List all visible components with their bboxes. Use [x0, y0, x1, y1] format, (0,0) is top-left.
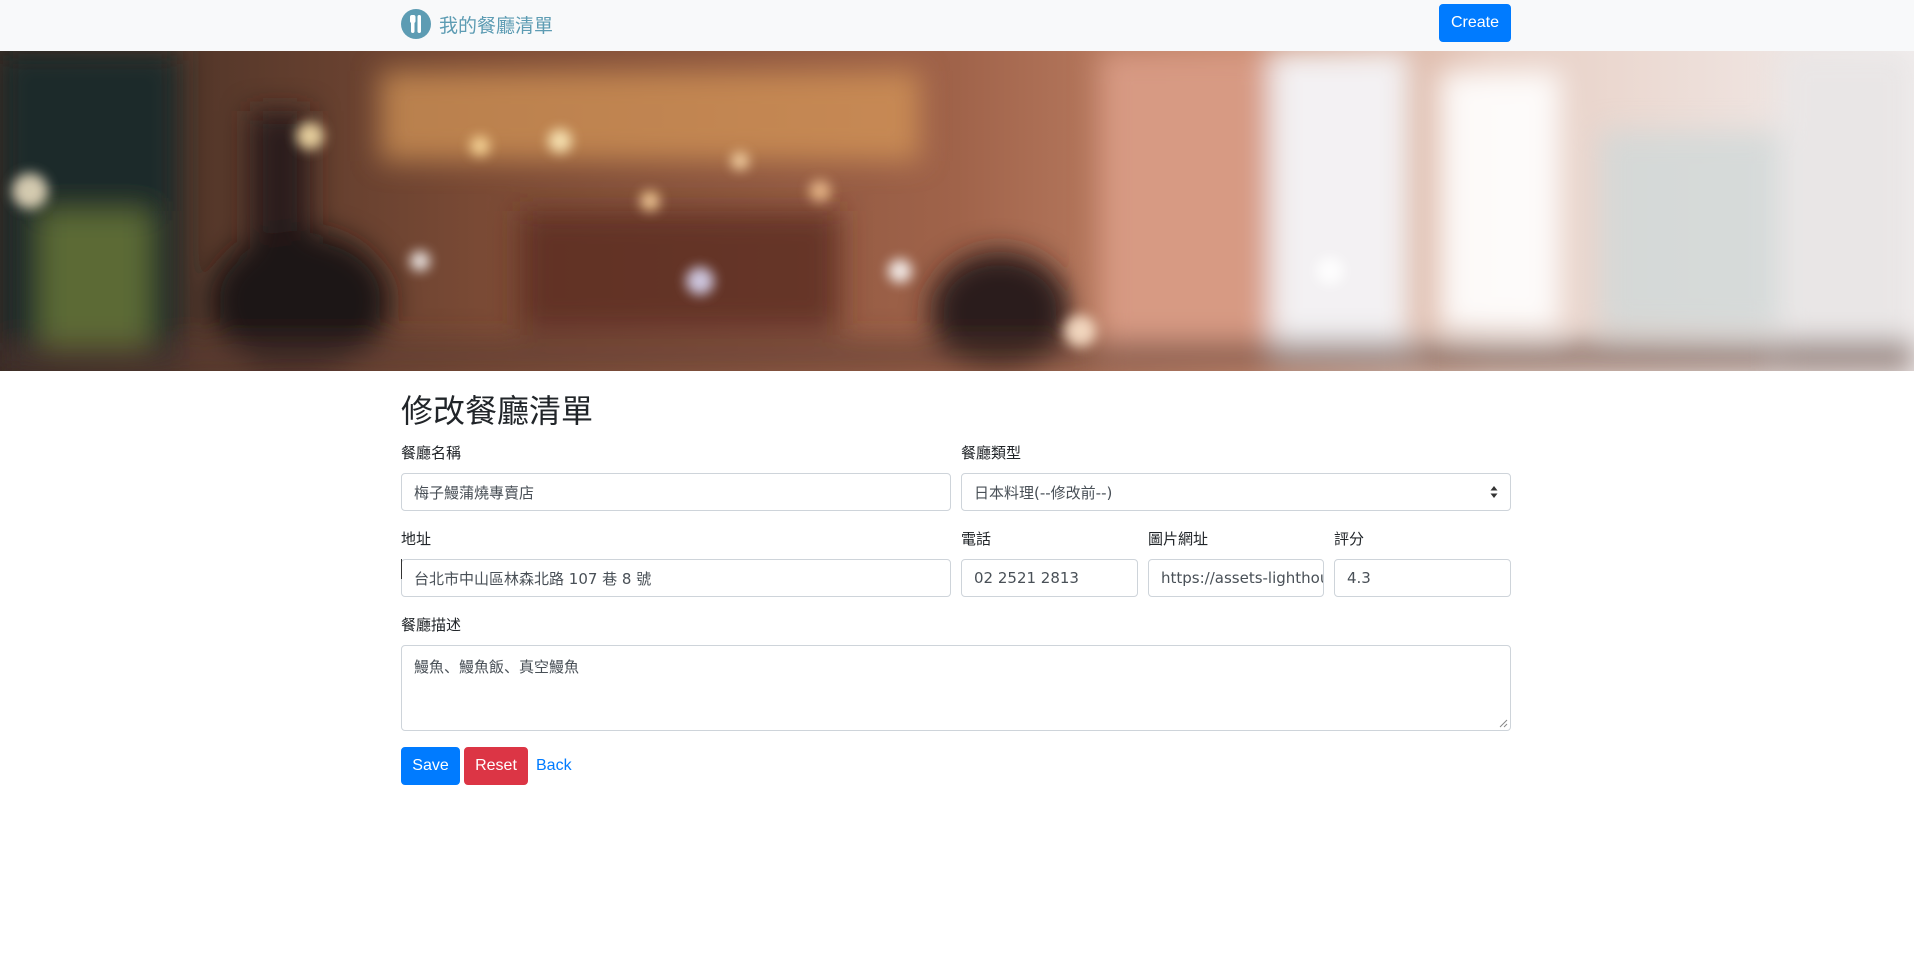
phone-input[interactable]: 02 2521 2813: [961, 559, 1138, 597]
image-url-value: https://assets-lighthouse.s3.amazonaws.c…: [1161, 569, 1323, 587]
address-label: 地址: [401, 530, 432, 548]
name-input[interactable]: 梅子鰻蒲燒專賣店: [401, 473, 951, 511]
address-value: 台北市中山區林森北路 107 巷 8 號: [414, 569, 652, 588]
utensils-icon: [401, 9, 431, 39]
name-label: 餐廳名稱: [401, 444, 462, 462]
description-label: 餐廳描述: [401, 616, 462, 634]
rating-input[interactable]: 4.3: [1334, 559, 1511, 597]
reset-button[interactable]: Reset: [464, 747, 528, 785]
text-caret: [401, 559, 402, 579]
image-url-input[interactable]: https://assets-lighthouse.s3.amazonaws.c…: [1148, 559, 1324, 597]
rating-value: 4.3: [1347, 569, 1371, 587]
address-input[interactable]: 台北市中山區林森北路 107 巷 8 號: [401, 559, 951, 597]
phone-label: 電話: [961, 530, 992, 548]
brand-text: 我的餐廳清單: [439, 14, 554, 37]
name-value: 梅子鰻蒲燒專賣店: [414, 483, 535, 502]
category-value: 日本料理(--修改前--): [974, 483, 1113, 502]
select-arrows-icon: [1490, 486, 1498, 498]
create-button[interactable]: Create: [1439, 4, 1511, 42]
navbar: 我的餐廳清單 Create: [0, 0, 1914, 51]
description-value: 鰻魚、鰻魚飯、真空鰻魚: [414, 658, 580, 676]
page-title: 修改餐廳清單: [401, 392, 594, 430]
phone-value: 02 2521 2813: [974, 569, 1079, 587]
save-button[interactable]: Save: [401, 747, 460, 785]
description-textarea[interactable]: 鰻魚、鰻魚飯、真空鰻魚: [401, 645, 1511, 731]
back-link[interactable]: Back: [536, 747, 588, 785]
image-url-label: 圖片網址: [1148, 530, 1209, 548]
category-select[interactable]: 日本料理(--修改前--): [961, 473, 1511, 511]
resize-grip-icon[interactable]: [1499, 719, 1508, 728]
banner-image: [0, 51, 1914, 371]
brand-link[interactable]: 我的餐廳清單: [401, 8, 553, 40]
category-label: 餐廳類型: [961, 444, 1022, 462]
rating-label: 評分: [1334, 530, 1365, 548]
